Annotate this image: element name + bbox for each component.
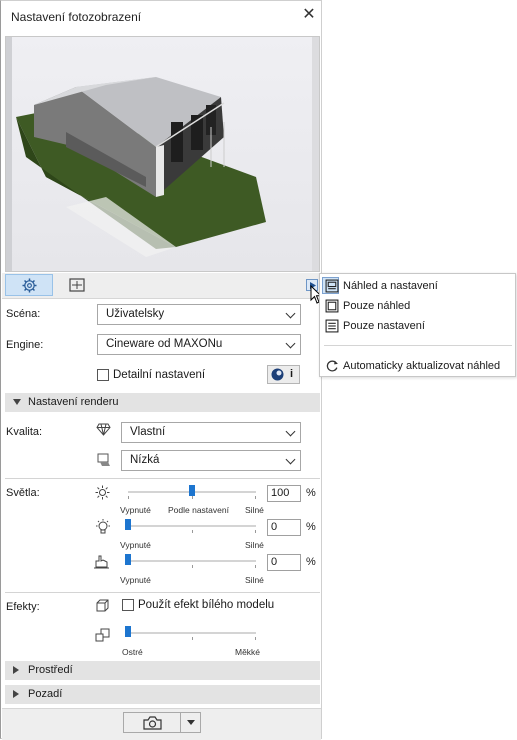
sun-mid-label: Podle nastavení bbox=[168, 505, 229, 515]
lamp-max-label: Silné bbox=[245, 540, 264, 550]
menu-item-preview-and-settings[interactable]: Náhled a nastavení bbox=[343, 280, 438, 292]
chevron-down-icon bbox=[285, 308, 296, 319]
hand-min-label: Vypnuté bbox=[120, 575, 151, 585]
scene-value: Uživatelsky bbox=[106, 308, 165, 320]
preview-image bbox=[5, 36, 320, 272]
view-mode-menu: Náhled a nastavení Pouze náhled Pouze na… bbox=[319, 273, 516, 377]
cube-icon bbox=[96, 599, 109, 612]
quality-level-dropdown[interactable]: Nízká bbox=[121, 450, 301, 471]
lamp-value-input[interactable]: 0 bbox=[267, 519, 301, 536]
lamp-min-label: Vypnuté bbox=[120, 540, 151, 550]
background-section[interactable]: Pozadí bbox=[5, 685, 320, 704]
hand-pct: % bbox=[306, 556, 316, 568]
sun-value-input[interactable]: 100 bbox=[267, 485, 301, 502]
frame-icon bbox=[69, 278, 85, 292]
menu-item-auto-update[interactable]: Automaticky aktualizovat náhled bbox=[343, 360, 500, 372]
render-button[interactable] bbox=[123, 712, 201, 733]
menu-item-preview-only[interactable]: Pouze náhled bbox=[343, 300, 410, 312]
cinema4d-icon bbox=[271, 368, 284, 381]
sun-max-label: Silné bbox=[245, 505, 264, 515]
diamond-icon bbox=[96, 423, 111, 436]
camera-icon bbox=[143, 716, 162, 730]
close-icon[interactable]: ✕ bbox=[299, 5, 319, 25]
hand-light-icon bbox=[94, 555, 109, 569]
preview-only-icon bbox=[325, 299, 339, 313]
tick-mark bbox=[192, 496, 193, 499]
tick-mark bbox=[255, 637, 256, 640]
hand-slider-track[interactable] bbox=[128, 560, 256, 562]
info-icon: i bbox=[290, 368, 294, 380]
dropdown-arrow-icon[interactable] bbox=[187, 720, 195, 725]
softness-min-label: Ostré bbox=[122, 647, 143, 657]
divider bbox=[5, 592, 320, 593]
sun-pct: % bbox=[306, 487, 316, 499]
render-settings-title: Nastavení renderu bbox=[28, 396, 119, 408]
cinema4d-info-button[interactable]: i bbox=[267, 365, 300, 384]
gear-icon bbox=[22, 278, 37, 293]
chevron-down-icon bbox=[285, 454, 296, 465]
tab-size[interactable] bbox=[61, 274, 93, 296]
lamp-slider-track[interactable] bbox=[128, 525, 256, 527]
tick-mark bbox=[255, 496, 256, 499]
quality-level-value: Nízká bbox=[130, 454, 160, 466]
refresh-icon bbox=[326, 360, 338, 372]
photorendering-settings-panel: Nastavení fotozobrazení ✕ Scéna: Uživate… bbox=[0, 0, 323, 740]
environment-section[interactable]: Prostředí bbox=[5, 661, 320, 680]
menu-separator bbox=[324, 345, 512, 346]
sun-min-label: Vypnuté bbox=[120, 505, 151, 515]
quality-value: Vlastní bbox=[130, 426, 166, 438]
scene-dropdown[interactable]: Uživatelsky bbox=[97, 304, 301, 325]
window-title: Nastavení fotozobrazení bbox=[11, 10, 142, 24]
effects-label: Efekty: bbox=[6, 601, 40, 613]
sun-icon bbox=[95, 485, 110, 500]
white-model-checkbox[interactable] bbox=[122, 599, 134, 611]
triangle-right-icon bbox=[13, 690, 19, 698]
white-model-label: Použít efekt bílého modelu bbox=[138, 599, 275, 611]
detail-settings-label: Detailní nastavení bbox=[113, 369, 206, 381]
settings-only-icon bbox=[325, 319, 339, 333]
divider bbox=[5, 478, 320, 479]
tab-settings[interactable] bbox=[5, 274, 53, 296]
softness-slider-thumb[interactable] bbox=[125, 626, 131, 637]
quality-label: Kvalita: bbox=[6, 426, 43, 438]
triangle-down-icon bbox=[13, 399, 21, 405]
triangle-right-icon bbox=[13, 666, 19, 674]
engine-dropdown[interactable]: Cineware od MAXONu bbox=[97, 334, 301, 355]
preview-and-settings-icon bbox=[325, 279, 339, 293]
tick-mark bbox=[192, 637, 193, 640]
scene-label: Scéna: bbox=[6, 308, 41, 320]
menu-item-settings-only[interactable]: Pouze nastavení bbox=[343, 320, 425, 332]
tick-mark bbox=[255, 565, 256, 568]
chevron-down-icon bbox=[285, 338, 296, 349]
lamp-slider-thumb[interactable] bbox=[125, 519, 131, 530]
environment-title: Prostředí bbox=[28, 664, 73, 676]
softness-slider-track[interactable] bbox=[128, 632, 256, 634]
render-settings-section[interactable]: Nastavení renderu bbox=[5, 393, 320, 412]
split-divider bbox=[180, 713, 181, 732]
background-title: Pozadí bbox=[28, 688, 63, 700]
chevron-down-icon bbox=[285, 426, 296, 437]
soft-shadow-icon bbox=[95, 628, 110, 642]
engine-label: Engine: bbox=[6, 339, 44, 351]
hand-max-label: Silné bbox=[245, 575, 264, 585]
detail-settings-checkbox[interactable] bbox=[97, 369, 109, 381]
tick-mark bbox=[192, 565, 193, 568]
lights-label: Světla: bbox=[6, 487, 40, 499]
softness-max-label: Měkké bbox=[235, 647, 261, 657]
render-quality-icon bbox=[97, 453, 110, 466]
sun-slider-thumb[interactable] bbox=[189, 485, 195, 496]
lamp-pct: % bbox=[306, 521, 316, 533]
hand-slider-thumb[interactable] bbox=[125, 554, 131, 565]
engine-value: Cineware od MAXONu bbox=[106, 338, 223, 350]
tick-mark bbox=[128, 496, 129, 499]
tick-mark bbox=[192, 530, 193, 533]
light-bulb-icon bbox=[96, 519, 110, 534]
quality-dropdown[interactable]: Vlastní bbox=[121, 422, 301, 443]
tick-mark bbox=[255, 530, 256, 533]
hand-value-input[interactable]: 0 bbox=[267, 554, 301, 571]
